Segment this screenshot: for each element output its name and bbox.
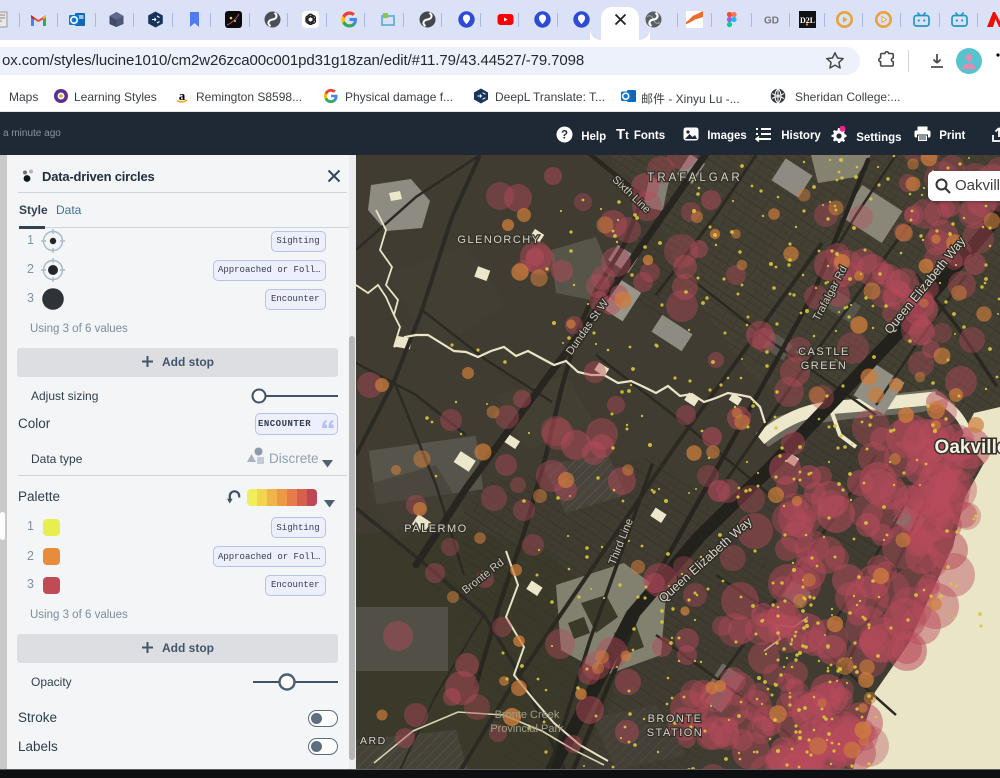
- svg-text:GREEN: GREEN: [801, 360, 848, 372]
- svg-text:BRONTE: BRONTE: [648, 713, 703, 725]
- svg-text:PALERMO: PALERMO: [404, 523, 467, 535]
- svg-text:Bronte Creek: Bronte Creek: [495, 709, 560, 721]
- svg-text:TRAFALGAR: TRAFALGAR: [647, 172, 742, 184]
- svg-text:STATION: STATION: [647, 727, 704, 739]
- svg-text:Oakville: Oakville: [935, 437, 1000, 458]
- svg-text:GLENORCHY: GLENORCHY: [457, 234, 540, 246]
- svg-text:ARD: ARD: [360, 735, 387, 747]
- svg-text:Provincial Park: Provincial Park: [490, 723, 564, 735]
- svg-text:GD: GD: [764, 16, 779, 27]
- svg-text:?: ?: [561, 130, 568, 142]
- svg-text:CASTLE: CASTLE: [798, 346, 850, 358]
